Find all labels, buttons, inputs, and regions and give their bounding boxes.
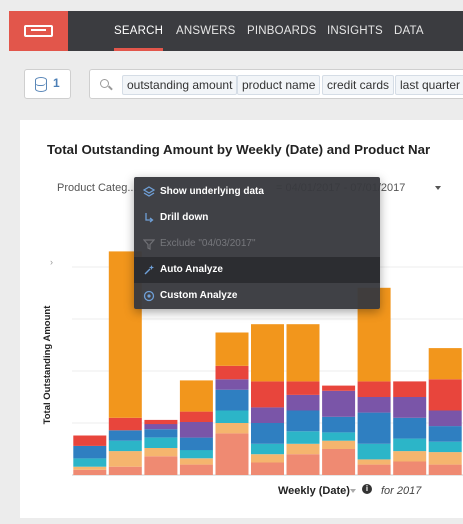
menu-item-label: Drill down: [160, 212, 209, 223]
bar-segment[interactable]: [251, 454, 284, 463]
bar-segment[interactable]: [215, 379, 249, 390]
bar-segment[interactable]: [322, 449, 356, 475]
bar-segment[interactable]: [251, 324, 284, 382]
bar-segment[interactable]: [393, 438, 427, 452]
bar-segment[interactable]: [322, 432, 356, 441]
bar-segment[interactable]: [73, 469, 107, 475]
bar-segment[interactable]: [144, 424, 178, 430]
bar-segment[interactable]: [322, 390, 356, 417]
bar-segment[interactable]: [251, 423, 284, 444]
bar-segment[interactable]: [286, 431, 320, 444]
bar-segment[interactable]: [322, 385, 356, 391]
bar-segment[interactable]: [215, 433, 249, 475]
bar-segment[interactable]: [393, 381, 427, 397]
bar-segment[interactable]: [215, 410, 249, 424]
bar-segment[interactable]: [286, 381, 320, 395]
menu-item-show-underlying-data[interactable]: Show underlying data: [134, 179, 380, 205]
bar-segment[interactable]: [179, 450, 213, 459]
bar-segment[interactable]: [108, 430, 142, 441]
bar-segment[interactable]: [251, 443, 284, 455]
bar-segment[interactable]: [215, 365, 249, 380]
bar-segment[interactable]: [179, 380, 213, 412]
bar-segment[interactable]: [108, 440, 142, 452]
bar-segment[interactable]: [73, 466, 107, 470]
menu-item-drill-down[interactable]: Drill down: [134, 205, 380, 231]
bar-segment[interactable]: [73, 458, 107, 467]
bar-segment[interactable]: [215, 423, 249, 434]
bar-segment[interactable]: [357, 443, 391, 460]
menu-item-custom-analyze[interactable]: Custom Analyze: [134, 283, 380, 309]
bar-segment[interactable]: [428, 464, 462, 475]
bar-segment[interactable]: [428, 348, 462, 380]
bar-segment[interactable]: [108, 451, 142, 467]
bar-segment[interactable]: [357, 464, 391, 475]
bar-segment[interactable]: [286, 410, 320, 432]
menu-item-label: Custom Analyze: [160, 290, 238, 301]
bar-segment[interactable]: [73, 435, 107, 446]
bar-segment[interactable]: [357, 412, 391, 444]
menu-item-auto-analyze[interactable]: Auto Analyze: [134, 257, 380, 283]
bar-segment[interactable]: [108, 417, 142, 431]
bar-segment[interactable]: [144, 419, 178, 425]
bar-segment[interactable]: [428, 441, 462, 453]
bar-segment[interactable]: [144, 448, 178, 457]
bar-segment[interactable]: [286, 394, 320, 411]
bar-segment[interactable]: [428, 426, 462, 442]
bar-segment[interactable]: [428, 452, 462, 465]
bar-segment[interactable]: [179, 464, 213, 475]
bar-segment[interactable]: [179, 437, 213, 451]
bar-segment[interactable]: [144, 437, 178, 448]
bar-segment[interactable]: [251, 381, 284, 408]
chevron-down-icon[interactable]: [350, 489, 356, 493]
bar-segment[interactable]: [108, 466, 142, 475]
sparkle-icon: [144, 265, 154, 275]
bar-segment[interactable]: [179, 411, 213, 422]
bar-segment[interactable]: [322, 416, 356, 433]
drill-down-arrow-icon: [145, 213, 154, 223]
bar-segment[interactable]: [251, 407, 284, 423]
bar-segment[interactable]: [393, 451, 427, 462]
menu-item-exclude: Exclude "04/03/2017": [134, 231, 380, 257]
menu-item-label: Exclude "04/03/2017": [160, 238, 256, 249]
bar-segment[interactable]: [286, 454, 320, 475]
bar-segment[interactable]: [179, 422, 213, 438]
bar-segment[interactable]: [286, 324, 320, 382]
bar-segment[interactable]: [393, 417, 427, 439]
bar-segment[interactable]: [179, 458, 213, 465]
bar-segment[interactable]: [357, 459, 391, 465]
target-icon: [143, 290, 155, 302]
bar-segment[interactable]: [428, 379, 462, 411]
bar-segment[interactable]: [393, 397, 427, 418]
layers-icon: [143, 186, 155, 197]
bar-segment[interactable]: [251, 462, 284, 476]
bar-segment[interactable]: [322, 440, 356, 449]
bar-segment[interactable]: [428, 410, 462, 427]
bar-segment[interactable]: [357, 381, 391, 397]
bar-segment[interactable]: [73, 445, 107, 459]
x-axis-sublabel: for 2017: [381, 485, 422, 497]
x-axis-label[interactable]: Weekly (Date): [278, 485, 350, 497]
info-icon[interactable]: i: [362, 484, 372, 494]
bar-segment[interactable]: [215, 389, 249, 411]
bar-segment[interactable]: [357, 397, 391, 413]
menu-item-label: Show underlying data: [160, 186, 264, 197]
bar-segment[interactable]: [286, 443, 320, 455]
filter-icon: [143, 239, 155, 250]
menu-item-label: Auto Analyze: [160, 264, 223, 275]
bar-segment[interactable]: [144, 456, 178, 475]
bar-segment[interactable]: [144, 429, 178, 438]
chart-context-menu: Show underlying data Drill down Exclude …: [134, 177, 380, 309]
bar-segment[interactable]: [215, 332, 249, 366]
bar-segment[interactable]: [393, 461, 427, 476]
